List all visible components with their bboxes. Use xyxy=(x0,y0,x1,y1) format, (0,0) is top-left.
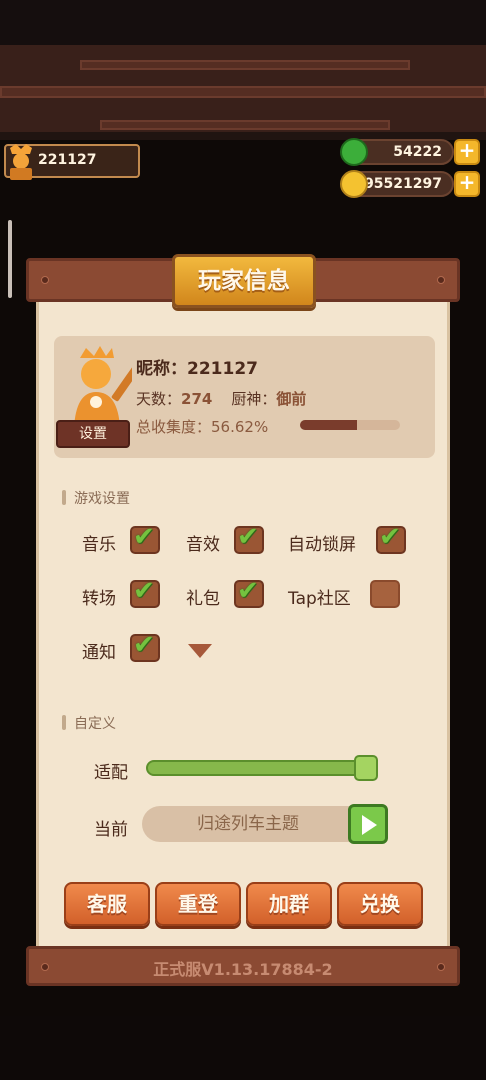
gem-count: 54222 xyxy=(393,144,442,160)
option-label-notify: 通知 xyxy=(82,643,116,663)
nickname-value: 221127 xyxy=(187,359,258,379)
checkmark-icon: ✔ xyxy=(379,522,401,552)
checkmark-icon: ✔ xyxy=(237,576,259,606)
version-label: 正式服V1.13.17884-2 xyxy=(153,960,333,979)
add-gems-button[interactable]: + xyxy=(454,139,480,165)
coin-count: 95521297 xyxy=(364,176,442,192)
option-label-giftpack: 礼包 xyxy=(186,589,220,609)
player-id-bar: 221127 xyxy=(4,144,140,180)
collection-progress-fill xyxy=(300,420,357,430)
panel-title-plate: 玩家信息 xyxy=(172,254,316,308)
redeem-button[interactable]: 兑换 xyxy=(337,882,423,926)
nickname-label: 昵称： xyxy=(136,359,187,379)
collection-label: 总收集度： xyxy=(136,418,212,436)
days-label: 天数： xyxy=(136,390,182,408)
option-label-transition: 转场 xyxy=(82,589,116,609)
checkmark-icon: ✔ xyxy=(133,630,155,660)
giftpack-checkbox[interactable]: ✔ xyxy=(234,576,264,608)
adapt-slider[interactable] xyxy=(146,760,376,776)
nail-icon xyxy=(437,276,445,284)
music-checkbox[interactable]: ✔ xyxy=(130,522,160,554)
option-label-auto-lock: 自动锁屏 xyxy=(288,535,356,555)
transition-checkbox[interactable]: ✔ xyxy=(130,576,160,608)
checkmark-icon: ✔ xyxy=(133,522,155,552)
scroll-indicator xyxy=(8,220,12,298)
option-label-sfx: 音效 xyxy=(186,535,220,555)
days-row: 天数：274 厨神：御前 xyxy=(136,388,306,409)
notify-checkbox[interactable]: ✔ xyxy=(130,630,160,662)
coin-icon xyxy=(340,170,368,198)
adapt-slider-handle[interactable] xyxy=(354,755,378,781)
days-value: 274 xyxy=(181,390,213,408)
dropdown-arrow-icon[interactable] xyxy=(188,644,212,658)
checkmark-icon: ✔ xyxy=(133,576,155,606)
checkmark-icon: ✔ xyxy=(237,522,259,552)
theme-selector[interactable]: 归途列车主题 xyxy=(142,806,354,842)
nail-icon xyxy=(41,276,49,284)
add-coins-button[interactable]: + xyxy=(454,171,480,197)
chef-trophy-icon xyxy=(10,144,32,180)
relogin-button[interactable]: 重登 xyxy=(155,882,241,926)
play-icon xyxy=(362,815,377,835)
theme-play-button[interactable] xyxy=(348,804,388,844)
panel-title: 玩家信息 xyxy=(198,268,290,294)
settings-button[interactable]: 设置 xyxy=(56,420,130,448)
collection-row: 总收集度：56.62% xyxy=(136,416,268,437)
auto-lock-checkbox[interactable]: ✔ xyxy=(376,522,406,554)
custom-header: 自定义 xyxy=(62,713,116,733)
chef-label: 厨神： xyxy=(231,390,277,408)
adapt-label: 适配 xyxy=(94,763,128,783)
gem-icon xyxy=(340,138,368,166)
current-label: 当前 xyxy=(94,820,128,840)
chef-value: 御前 xyxy=(276,390,307,408)
profile-card: 设置 昵称：221127 天数：274 厨神：御前 总收集度：56.62% xyxy=(54,336,435,458)
customer-service-button[interactable]: 客服 xyxy=(64,882,150,926)
option-label-music: 音乐 xyxy=(82,535,116,555)
tap-community-checkbox[interactable]: ✔ xyxy=(370,580,400,608)
collection-value: 56.62% xyxy=(211,418,269,436)
sfx-checkbox[interactable]: ✔ xyxy=(234,522,264,554)
nickname-row: 昵称：221127 xyxy=(136,354,258,379)
option-label-tap-community: Tap社区 xyxy=(288,589,351,609)
game-settings-header: 游戏设置 xyxy=(62,488,130,508)
collection-progress-bar xyxy=(300,420,400,430)
join-group-button[interactable]: 加群 xyxy=(246,882,332,926)
player-id: 221127 xyxy=(38,152,97,168)
